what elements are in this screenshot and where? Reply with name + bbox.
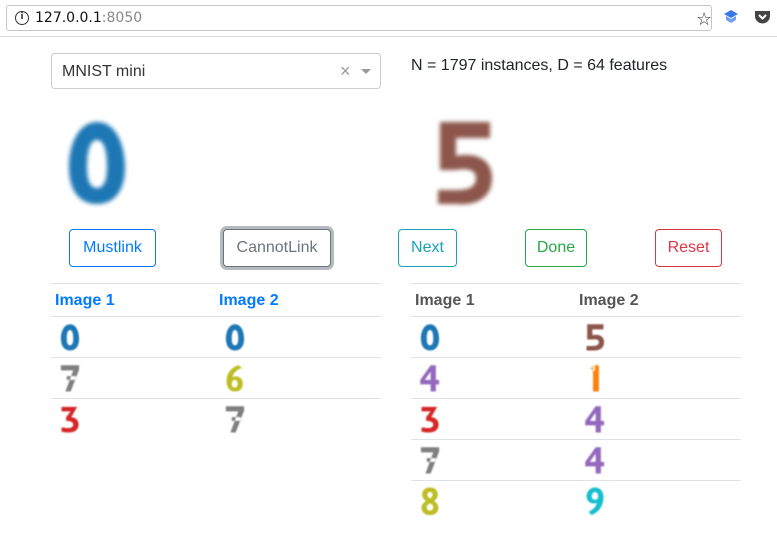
- digit-thumbnail-image-2: [590, 365, 599, 392]
- digit-0-glyph: [69, 122, 125, 204]
- dataset-select[interactable]: MNIST mini ×: [51, 53, 381, 89]
- digit-thumbnail-image-2: [586, 324, 605, 351]
- digit-1-glyph: [590, 365, 599, 392]
- cannotlink-table: Image 1 Image 2: [411, 283, 741, 522]
- digit-thumbnail-image-2: [586, 487, 604, 516]
- digit-3-glyph: [61, 406, 79, 433]
- column-header-image-2: Image 2: [219, 292, 279, 309]
- digit-thumbnail-image-1: [420, 365, 440, 392]
- cannotlink-button[interactable]: CannotLink: [223, 229, 331, 267]
- digit-9-glyph: [586, 487, 604, 516]
- table-row: [411, 358, 741, 399]
- table-row: [411, 399, 741, 440]
- digit-4-glyph: [585, 447, 605, 474]
- digit-7-glyph: [60, 365, 80, 392]
- table-row: [411, 440, 741, 481]
- table-header: Image 1 Image 2: [51, 284, 381, 317]
- info-icon[interactable]: i: [15, 11, 29, 25]
- url-text: 127.0.0.1:8050: [35, 10, 143, 26]
- digit-8-glyph: [421, 487, 439, 516]
- digit-thumbnail-image-2: [225, 324, 245, 351]
- digit-thumbnail-image-2: [225, 406, 245, 433]
- digit-0-glyph: [420, 324, 440, 351]
- digit-thumbnail-image-1: [421, 406, 439, 433]
- digit-thumbnail-image-1: [61, 406, 79, 433]
- table-row: [51, 358, 381, 399]
- browser-toolbar: i 127.0.0.1:8050 ☆: [0, 0, 777, 37]
- mustlink-button[interactable]: Mustlink: [69, 229, 156, 267]
- mustlink-table: Image 1 Image 2: [51, 283, 381, 440]
- chevron-down-icon[interactable]: [361, 69, 371, 74]
- digit-zero-image: [69, 122, 125, 204]
- digit-4-glyph: [585, 406, 605, 433]
- column-header-image-2: Image 2: [579, 292, 639, 309]
- digit-0-glyph: [60, 324, 80, 351]
- digit-0-glyph: [225, 324, 245, 351]
- table-row: [51, 317, 381, 358]
- done-button[interactable]: Done: [525, 229, 587, 267]
- digit-3-glyph: [421, 406, 439, 433]
- digit-thumbnail-image-1: [420, 447, 440, 474]
- digit-6-glyph: [226, 365, 243, 392]
- extension-icon[interactable]: [723, 9, 739, 25]
- digit-thumbnail-image-2: [585, 447, 605, 474]
- preview-image-1: [69, 122, 125, 204]
- digit-thumbnail-image-2: [226, 365, 243, 392]
- pocket-icon[interactable]: [754, 9, 771, 25]
- clear-icon[interactable]: ×: [340, 61, 351, 82]
- digit-five-image: [438, 122, 492, 205]
- star-icon[interactable]: ☆: [696, 9, 712, 30]
- url-bar[interactable]: i 127.0.0.1:8050 ☆: [6, 5, 712, 31]
- digit-thumbnail-image-1: [60, 365, 80, 392]
- digit-4-glyph: [420, 365, 440, 392]
- preview-image-2: [438, 122, 492, 205]
- dataset-select-value: MNIST mini: [62, 63, 146, 80]
- digit-thumbnail-image-1: [420, 324, 440, 351]
- digit-thumbnail-image-2: [585, 406, 605, 433]
- digit-5-glyph: [586, 324, 605, 351]
- column-header-image-1: Image 1: [55, 292, 115, 309]
- table-row: [51, 399, 381, 440]
- table-header: Image 1 Image 2: [411, 284, 741, 317]
- dataset-info: N = 1797 instances, D = 64 features: [411, 57, 668, 74]
- digit-5-glyph: [438, 122, 492, 205]
- column-header-image-1: Image 1: [415, 292, 475, 309]
- digit-thumbnail-image-1: [421, 487, 439, 516]
- next-button[interactable]: Next: [398, 229, 457, 267]
- digit-7-glyph: [420, 447, 440, 474]
- digit-thumbnail-image-1: [60, 324, 80, 351]
- digit-7-glyph: [225, 406, 245, 433]
- table-row: [411, 481, 741, 522]
- table-row: [411, 317, 741, 358]
- reset-button[interactable]: Reset: [655, 229, 722, 267]
